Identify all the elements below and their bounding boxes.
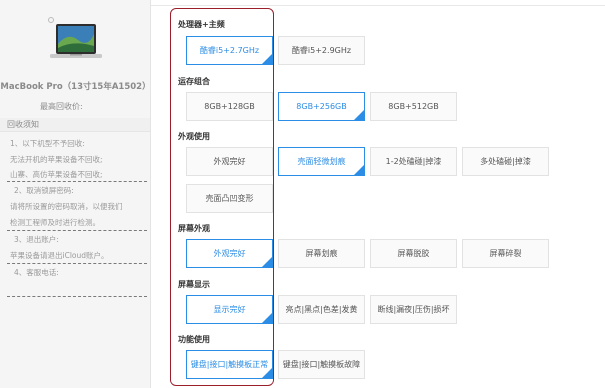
section-divider	[7, 263, 147, 264]
max-price-label: 最高回收价:	[40, 102, 83, 111]
notice-line: 请将所设置的密码取消，以便我们	[10, 202, 123, 211]
laptop-thumbnail	[50, 24, 102, 58]
section-divider	[7, 230, 147, 231]
section-divider	[7, 181, 147, 182]
option-label: 壳面轻微划痕	[297, 157, 346, 166]
option-display-broken-lines[interactable]: 断线|漏夜|压伤|损坏	[370, 295, 457, 324]
option-label: 酷睿i5+2.9GHz	[291, 46, 352, 55]
option-appearance-light-scratch[interactable]: 壳面轻微划痕	[278, 147, 365, 176]
option-label: 8GB+512GB	[388, 102, 439, 111]
product-model-name: MacBook Pro（13寸15年A1502）	[0, 82, 151, 92]
notice-heading-1: 1、以下机型不予回收:	[10, 139, 85, 148]
option-memory-512[interactable]: 8GB+512GB	[370, 92, 457, 121]
option-label: 屏幕划痕	[305, 249, 338, 258]
notice-heading-3: 3、退出账户:	[14, 235, 59, 244]
top-bar	[151, 0, 605, 6]
option-label: 亮点|黑点|色差|发黄	[285, 305, 358, 314]
option-label: 8GB+256GB	[296, 102, 347, 111]
option-processor-i5-2.9[interactable]: 酷睿i5+2.9GHz	[278, 36, 365, 65]
option-label: 屏幕碎裂	[489, 249, 522, 258]
notice-line: 苹果设备请退出iCloud账户。	[10, 251, 109, 260]
option-label: 屏幕脱胶	[397, 249, 430, 258]
option-screen-broken[interactable]: 屏幕碎裂	[462, 239, 549, 268]
selection-highlight-frame	[170, 8, 274, 386]
option-label: 断线|漏夜|压伤|损坏	[377, 305, 450, 314]
notice-line: 山寨、高仿苹果设备不回收;	[10, 170, 103, 179]
option-appearance-1-2-dents[interactable]: 1-2处磕碰|掉漆	[370, 147, 457, 176]
product-sidebar: MacBook Pro（13寸15年A1502） 最高回收价: 回收须知 1、以…	[0, 0, 151, 388]
option-appearance-many-dents[interactable]: 多处磕碰|掉漆	[462, 147, 549, 176]
checkmark-corner-icon	[354, 110, 364, 120]
option-memory-256[interactable]: 8GB+256GB	[278, 92, 365, 121]
option-screen-delaminated[interactable]: 屏幕脱胶	[370, 239, 457, 268]
option-label: 1-2处磕碰|掉漆	[385, 157, 442, 166]
option-function-faulty[interactable]: 键盘|接口|触摸板故障	[278, 350, 365, 379]
notice-title: 回收须知	[0, 118, 150, 132]
notice-heading-2: 2、取消锁屏密码:	[14, 186, 74, 195]
option-label: 键盘|接口|触摸板故障	[282, 360, 361, 369]
notice-heading-4: 4、客服电话:	[14, 268, 59, 277]
option-screen-scratch[interactable]: 屏幕划痕	[278, 239, 365, 268]
notice-line: 无法开机的苹果设备不回收;	[10, 155, 103, 164]
checkmark-corner-icon	[354, 165, 364, 175]
option-display-spots[interactable]: 亮点|黑点|色差|发黄	[278, 295, 365, 324]
option-label: 多处磕碰|掉漆	[480, 157, 531, 166]
notice-line: 检测工程师及时进行检测。	[10, 218, 100, 227]
section-divider	[7, 296, 147, 297]
